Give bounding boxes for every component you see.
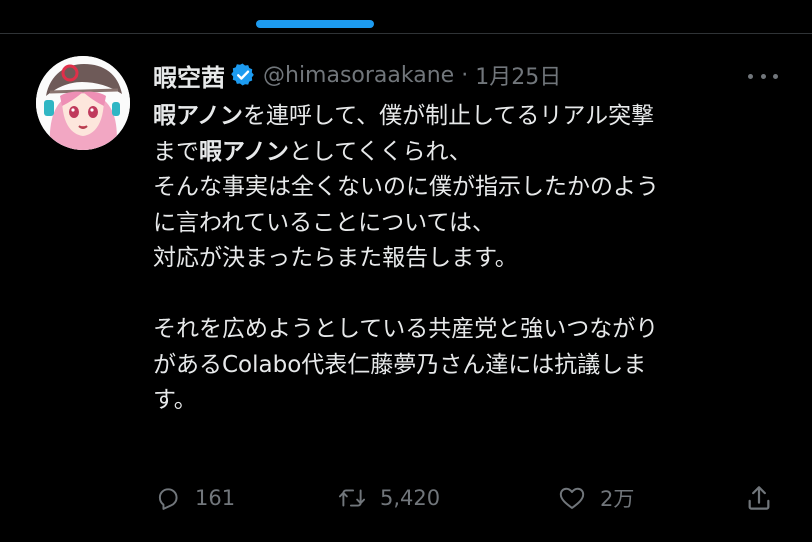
tweet-line: それを広めようとしている共産党と強いつながり [153,312,783,348]
tweet-line: 対応が決まったらまた報告します。 [153,241,783,277]
tweet-line: に言われていることについては、 [153,206,783,242]
line-text: す。 [153,387,197,413]
more-icon [748,73,753,79]
retweet-count: 5,420 [380,486,441,510]
share-icon [748,486,770,510]
retweet-icon [338,489,366,507]
more-icon-dot [760,73,766,79]
tweet-header: 暇空茜 @himasoraakane · 1月25日 [153,56,561,94]
tweet-line: があるColabo代表仁藤夢乃さん達には抗議しま [153,348,783,384]
line-text: それを広めようとしている共産党と強いつながり [153,316,659,342]
line-text: があるColabo代表仁藤夢乃さん達には抗議しま [153,351,647,378]
line-text: そんな事実は全くないのに僕が指示したかのよう [153,174,659,200]
heart-icon [559,487,585,509]
tweet-date[interactable]: 1月25日 [475,59,561,91]
verified-badge-icon [231,63,255,87]
line-text: まで [153,138,199,165]
tweet-line: まで暇アノンとしてくくられ、 [153,135,783,171]
like-button[interactable]: 2万 [558,478,634,518]
more-options-button[interactable] [748,64,778,88]
reply-button[interactable]: 161 [155,478,235,518]
reply-icon [158,488,178,510]
active-tab-indicator [256,20,374,28]
tweet-line: す。 [153,383,783,419]
avatar-illustration [36,56,130,150]
retweet-button[interactable]: 5,420 [338,478,440,518]
share-button[interactable] [745,478,773,518]
bold-text: 暇アノン [153,103,243,129]
like-count: 2万 [600,487,635,511]
tweet-line: 暇アノンを連呼して、僕が制止してるリアル突撃 [153,99,783,135]
meta-separator: · [461,62,469,88]
display-name[interactable]: 暇空茜 [153,58,225,93]
action-bar: 161 5,420 2万 [0,478,812,518]
bold-text: 暇アノン [199,138,289,165]
line-text: としてくくられ、 [288,138,472,165]
line-text: を連呼して、僕が制止してるリアル突撃 [242,103,655,129]
top-divider [0,33,812,34]
line-text: 対応が決まったらまた報告します。 [153,245,518,271]
more-icon-dot [773,73,778,79]
author-handle[interactable]: @himasoraakane [263,63,454,88]
line-text: に言われていることについては、 [153,209,496,236]
avatar[interactable] [36,56,130,150]
tweet-line: そんな事実は全くないのに僕が指示したかのよう [153,170,783,206]
reply-count: 161 [195,486,236,510]
tweet-text: 暇アノンを連呼して、僕が制止してるリアル突撃 まで暇アノンとしてくくられ、 そん… [153,99,783,419]
